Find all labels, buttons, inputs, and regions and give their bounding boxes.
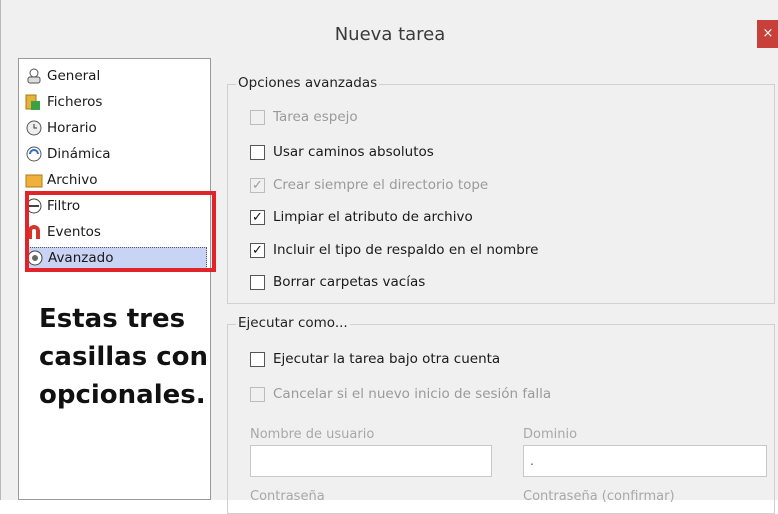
files-icon — [25, 93, 43, 111]
checkbox-checked[interactable]: ✓ — [250, 177, 265, 193]
annotation-text: Estas tres casillas con opcionales. — [39, 300, 219, 414]
annotation-line: casillas con — [39, 342, 209, 372]
option-crear-directorio-tope[interactable]: ✓ Crear siempre el directorio tope — [250, 175, 488, 195]
option-cancelar-inicio-sesion[interactable]: Cancelar si el nuevo inicio de sesión fa… — [250, 384, 551, 404]
title-bar: Nueva tarea × — [1, 10, 778, 58]
sidebar-item-dinamica[interactable]: Dinámica — [25, 143, 207, 165]
sidebar-item-label: Horario — [47, 120, 97, 136]
dynamic-icon — [25, 145, 43, 163]
new-task-dialog: Nueva tarea × General Ficheros Horario D… — [0, 0, 778, 514]
option-label: Limpiar el atributo de archivo — [273, 209, 473, 225]
domain-label: Dominio — [523, 427, 578, 442]
option-label: Crear siempre el directorio tope — [273, 177, 489, 193]
clock-icon — [25, 119, 43, 137]
sidebar: General Ficheros Horario Dinámica Archiv… — [18, 58, 211, 500]
checkbox[interactable] — [250, 109, 265, 125]
option-ejecutar-otra-cuenta[interactable]: Ejecutar la tarea bajo otra cuenta — [250, 349, 500, 369]
option-usar-caminos-absolutos[interactable]: Usar caminos absolutos — [250, 142, 434, 162]
checkbox[interactable] — [250, 144, 265, 160]
option-borrar-carpetas-vacias[interactable]: Borrar carpetas vacías — [250, 272, 425, 292]
checkbox[interactable] — [250, 386, 265, 402]
checkbox[interactable] — [250, 351, 265, 367]
checkbox-checked[interactable]: ✓ — [250, 242, 265, 258]
checkbox-checked[interactable]: ✓ — [250, 209, 265, 225]
annotation-highlight-box — [25, 191, 216, 272]
option-label: Usar caminos absolutos — [273, 144, 434, 160]
run-as-title: Ejecutar como... — [236, 315, 350, 331]
domain-input[interactable]: . — [523, 445, 767, 477]
advanced-options-group: Opciones avanzadas Tarea espejo Usar cam… — [227, 75, 775, 304]
option-label: Ejecutar la tarea bajo otra cuenta — [273, 351, 501, 367]
sidebar-item-label: Archivo — [47, 172, 98, 188]
option-limpiar-atributo[interactable]: ✓ Limpiar el atributo de archivo — [250, 207, 473, 227]
password-label: Contraseña — [250, 489, 325, 504]
option-label: Tarea espejo — [273, 109, 358, 125]
option-tarea-espejo[interactable]: Tarea espejo — [250, 107, 358, 127]
annotation-line: opcionales. — [39, 380, 206, 410]
dialog-title: Nueva tarea — [334, 24, 446, 45]
advanced-options-title: Opciones avanzadas — [236, 75, 380, 91]
username-label: Nombre de usuario — [250, 427, 375, 442]
option-incluir-tipo-respaldo[interactable]: ✓ Incluir el tipo de respaldo en el nomb… — [250, 240, 538, 260]
sidebar-item-ficheros[interactable]: Ficheros — [25, 91, 207, 113]
sidebar-item-label: Dinámica — [47, 146, 111, 162]
sidebar-item-horario[interactable]: Horario — [25, 117, 207, 139]
option-label: Cancelar si el nuevo inicio de sesión fa… — [273, 386, 552, 402]
run-as-group: Ejecutar como... Ejecutar la tarea bajo … — [227, 315, 775, 514]
username-input[interactable] — [250, 445, 492, 477]
folder-icon — [25, 171, 43, 189]
annotation-line: Estas tres — [39, 304, 186, 334]
close-button[interactable]: × — [757, 20, 778, 48]
sidebar-item-label: Ficheros — [47, 94, 103, 110]
option-label: Borrar carpetas vacías — [273, 274, 426, 290]
option-label: Incluir el tipo de respaldo en el nombre — [273, 242, 539, 258]
password-confirm-label: Contraseña (confirmar) — [523, 489, 675, 504]
checkbox[interactable] — [250, 274, 265, 290]
sidebar-item-label: General — [47, 68, 101, 84]
sidebar-item-archivo[interactable]: Archivo — [25, 169, 207, 191]
sidebar-item-general[interactable]: General — [25, 65, 207, 87]
user-icon — [25, 67, 43, 85]
